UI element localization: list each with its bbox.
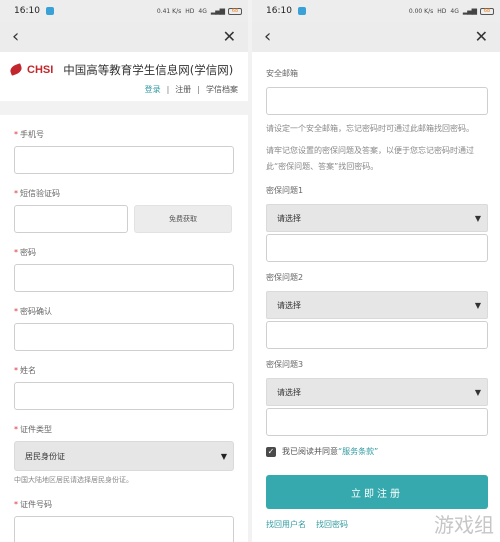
q3-answer-input[interactable] [266,408,488,436]
id-type-hint: 中国大陆地区居民请选择居民身份证。 [14,476,133,484]
top-links: 登录 | 注册 | 学信档案 [0,82,248,101]
sms-code-label: * 短信验证码 [14,189,60,198]
network-speed: 0.00 K/s [408,7,434,15]
battery-icon: 68 [480,7,494,15]
id-type-label: * 证件类型 [14,425,52,434]
signal-type: 4G [198,7,207,15]
confirm-password-input[interactable] [14,323,234,351]
confirm-password-field: * 密码确认 [0,306,248,351]
question-hint: 请牢记您设置的密保问题及答案，以便于您忘记密码时通过此“密保问题、答案”找回密码… [266,146,474,171]
name-input[interactable] [14,382,234,410]
status-indicators: 0.00 K/s HD 4G ▂▄▆ 68 [409,7,494,15]
agree-row: ✓ 我已阅读并同意 “服务条款” [266,446,486,457]
chevron-left-icon[interactable]: ‹ [12,28,19,46]
q3-value: 请选择 [277,387,301,397]
archive-link[interactable]: 学信档案 [206,84,238,95]
confirm-password-label: * 密码确认 [14,307,52,316]
caret-down-icon: ▼ [220,451,227,461]
q2-value: 请选择 [277,300,301,310]
agree-text: 我已阅读并同意 [282,447,338,456]
id-number-field: * 证件号码 [0,499,248,542]
signal-bars-icon: ▂▄▆ [210,7,225,15]
sms-code-input[interactable] [14,205,128,233]
q1-answer-input[interactable] [266,234,488,262]
email-label: 安全邮箱 [266,69,298,78]
caret-down-icon: ▼ [474,213,481,223]
q1-value: 请选择 [277,213,301,223]
brand-header: CHSI 中国高等教育学生信息网(学信网) [0,52,248,82]
q1-label: 密保问题1 [266,186,304,195]
id-type-field: * 证件类型 居民身份证 ▼ 中国大陆地区居民请选择居民身份证。 [0,424,248,485]
status-time: 16:10 [14,6,40,16]
caret-down-icon: ▼ [474,387,481,397]
battery-icon: 68 [228,7,242,15]
app-notification-icon [297,7,306,15]
right-phone-screen: 16:10 0.00 K/s HD 4G ▂▄▆ 68 ‹ ✕ 安全邮箱 请设定… [252,0,500,542]
q2-select[interactable]: 请选择 ▼ [266,291,488,319]
signal-bars-icon: ▂▄▆ [462,7,477,15]
network-speed: 0.41 K/s [156,7,182,15]
register-button[interactable]: 立即注册 [266,475,488,509]
watermark-logo: 游戏组 [434,513,494,537]
q3-label: 密保问题3 [266,360,304,369]
q2-answer-input[interactable] [266,321,488,349]
sms-code-field: * 短信验证码 免费获取 [0,188,248,233]
caret-down-icon: ▼ [474,300,481,310]
q3-select[interactable]: 请选择 ▼ [266,378,488,406]
section-divider [0,101,248,115]
id-type-select[interactable]: 居民身份证 ▼ [14,441,234,471]
status-indicators: 0.41 K/s HD 4G ▂▄▆ 68 [157,7,242,15]
hd-indicator: HD [437,7,447,15]
password-label: * 密码 [14,248,36,257]
phone-field: * 手机号 [0,129,248,174]
signal-type: 4G [450,7,459,15]
id-number-label: * 证件号码 [14,500,52,509]
login-link[interactable]: 登录 [145,84,161,95]
email-input[interactable] [266,87,488,115]
chevron-left-icon[interactable]: ‹ [264,28,271,46]
security-section: 安全邮箱 请设定一个安全邮箱，忘记密码时可通过此邮箱找回密码。 请牢记您设置的密… [252,52,500,530]
q1-select[interactable]: 请选择 ▼ [266,204,488,232]
password-input[interactable] [14,264,234,292]
phone-input[interactable] [14,146,234,174]
password-field: * 密码 [0,247,248,292]
status-bar: 16:10 0.00 K/s HD 4G ▂▄▆ 68 [252,0,500,22]
checkbox-checked-icon[interactable]: ✓ [266,446,276,457]
chsi-logo: CHSI [8,62,53,78]
phone-label: * 手机号 [14,130,44,139]
id-type-value: 居民身份证 [25,451,65,461]
q2-label: 密保问题2 [266,273,304,282]
app-notification-icon [45,7,54,15]
hd-indicator: HD [185,7,195,15]
status-time: 16:10 [266,6,292,16]
separator: | [197,85,200,94]
name-field: * 姓名 [0,365,248,410]
nav-bar: ‹ ✕ [0,22,248,52]
email-hint: 请设定一个安全邮箱，忘记密码时可通过此邮箱找回密码。 [266,124,474,133]
logo-text: CHSI [27,64,54,76]
site-title: 中国高等教育学生信息网(学信网) [63,63,234,77]
id-number-input[interactable] [14,516,234,542]
status-bar: 16:10 0.41 K/s HD 4G ▂▄▆ 68 [0,0,248,22]
find-password-link[interactable]: 找回密码 [316,519,348,530]
find-username-link[interactable]: 找回用户名 [266,519,306,530]
logo-bird-icon [8,62,26,78]
close-icon[interactable]: ✕ [223,29,236,45]
nav-bar: ‹ ✕ [252,22,500,52]
name-label: * 姓名 [14,366,36,375]
terms-link[interactable]: “服务条款” [338,446,378,457]
left-phone-screen: 16:10 0.41 K/s HD 4G ▂▄▆ 68 ‹ ✕ CHSI 中国高… [0,0,248,542]
get-code-button[interactable]: 免费获取 [134,205,232,233]
register-link[interactable]: 注册 [175,84,191,95]
separator: | [166,85,170,94]
close-icon[interactable]: ✕ [475,29,488,45]
